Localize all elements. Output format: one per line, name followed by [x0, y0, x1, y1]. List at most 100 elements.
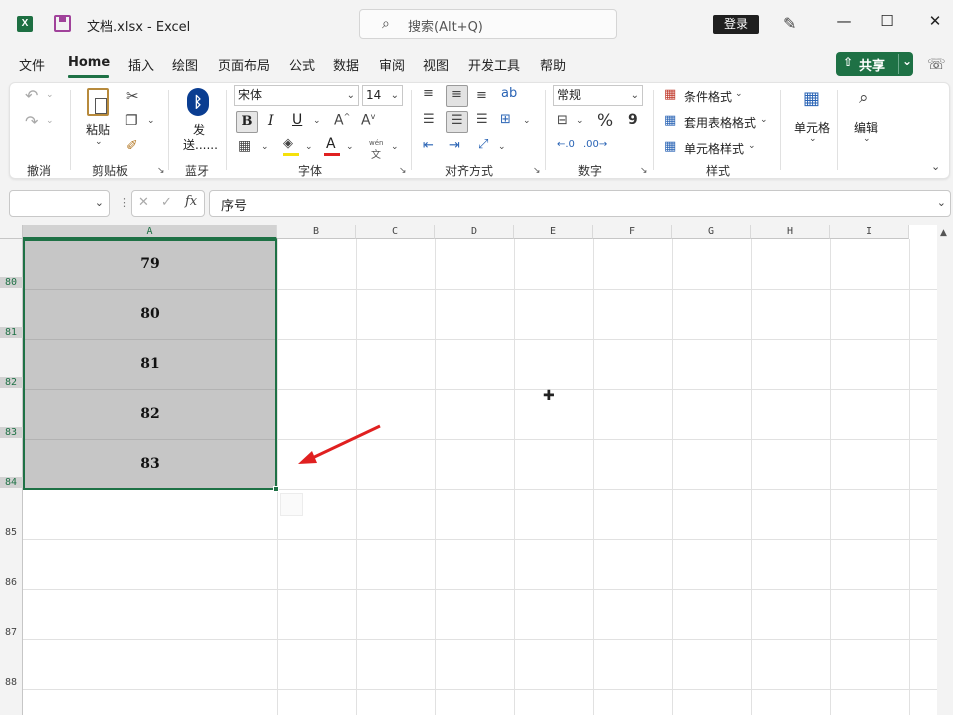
paste-dropdown-icon[interactable]: ⌄ [95, 137, 103, 147]
menu-page-layout[interactable]: 页面布局 [218, 55, 270, 74]
menu-file[interactable]: 文件 [19, 55, 45, 74]
row-header-81[interactable]: 81 [0, 327, 23, 338]
increase-decimal-icon[interactable]: ←.0 [557, 139, 575, 150]
formula-input[interactable]: 序号 ⌄ [209, 190, 951, 217]
scroll-up-icon[interactable]: ▲ [940, 228, 947, 238]
row-header-84[interactable]: 84 [0, 477, 23, 488]
orientation-dropdown-icon[interactable]: ⌄ [498, 142, 506, 152]
name-box[interactable]: ⌄ [9, 190, 110, 217]
column-header-b[interactable]: B [277, 225, 356, 239]
comma-style-button[interactable]: 9 [628, 112, 638, 128]
row-header-87[interactable]: 87 [0, 627, 23, 638]
quick-analysis-icon[interactable] [280, 493, 303, 516]
redo-icon[interactable]: ↷ [25, 112, 38, 131]
fill-color-icon[interactable]: ◈ [283, 136, 293, 151]
menu-formulas[interactable]: 公式 [289, 55, 315, 74]
share-button[interactable]: ⇧ 共享 ⌄ [836, 52, 913, 76]
accounting-dropdown-icon[interactable]: ⌄ [576, 116, 584, 126]
row-header-86[interactable]: 86 [0, 577, 23, 588]
underline-dropdown-icon[interactable]: ⌄ [313, 116, 321, 126]
menu-home[interactable]: Home [68, 55, 110, 70]
column-header-i[interactable]: I [830, 225, 909, 239]
font-name-combo[interactable]: 宋体 ⌄ [234, 85, 359, 106]
alignment-launcher-icon[interactable]: ↘ [533, 166, 541, 176]
orientation-icon[interactable]: ⤢ [478, 137, 488, 152]
fill-handle[interactable] [273, 486, 279, 492]
cells-icon[interactable]: ▦ [803, 88, 820, 109]
decrease-decimal-icon[interactable]: .00→ [583, 139, 607, 150]
font-size-combo[interactable]: 14 ⌄ [362, 85, 403, 106]
format-as-table-icon[interactable]: ▦ [664, 113, 676, 128]
minimize-button[interactable]: — [834, 12, 854, 30]
number-launcher-icon[interactable]: ↘ [640, 166, 648, 176]
increase-indent-icon[interactable]: ⇥ [449, 138, 460, 153]
redo-dropdown-icon[interactable]: ⌄ [46, 116, 54, 126]
decrease-font-icon[interactable]: Av [361, 112, 375, 129]
comments-icon[interactable]: ☏ [927, 55, 946, 73]
spreadsheet-grid[interactable]: ABCDEFGHI 80 81 82 83 84 85 86 87 88 79 80 81 82 83 … [0, 225, 937, 715]
enter-icon[interactable]: ✓ [161, 195, 172, 210]
close-button[interactable]: ✕ [925, 12, 945, 30]
column-header-d[interactable]: D [435, 225, 514, 239]
cancel-icon[interactable]: ✕ [138, 195, 149, 210]
undo-icon[interactable]: ↶ [25, 86, 38, 105]
align-middle-button[interactable]: ≡ [446, 85, 468, 107]
magic-wand-icon[interactable]: ✎ [783, 14, 796, 33]
menu-insert[interactable]: 插入 [128, 55, 154, 74]
format-painter-icon[interactable]: ✐ [126, 138, 138, 154]
font-launcher-icon[interactable]: ↘ [399, 166, 407, 176]
login-button[interactable]: 登录 [713, 15, 759, 34]
paste-icon[interactable] [87, 88, 109, 116]
copy-dropdown-icon[interactable]: ⌄ [147, 116, 155, 126]
clipboard-launcher-icon[interactable]: ↘ [157, 166, 165, 176]
send-label-2[interactable]: 送...... [183, 136, 218, 153]
font-color-dropdown-icon[interactable]: ⌄ [346, 142, 354, 152]
undo-dropdown-icon[interactable]: ⌄ [46, 90, 54, 100]
menu-data[interactable]: 数据 [333, 55, 359, 74]
wrap-text-icon[interactable]: ab [501, 86, 517, 101]
align-center-button[interactable]: ☰ [446, 111, 468, 133]
find-icon[interactable]: ⌕ [859, 88, 869, 108]
font-color-icon[interactable]: A [326, 136, 336, 152]
fill-color-dropdown-icon[interactable]: ⌄ [305, 142, 313, 152]
cells-dropdown-icon[interactable]: ⌄ [809, 134, 817, 144]
menu-developer[interactable]: 开发工具 [468, 55, 520, 74]
number-format-combo[interactable]: 常规 ⌄ [553, 85, 643, 106]
borders-icon[interactable]: ▦ [238, 138, 251, 154]
cell-a-value[interactable]: 82 [23, 406, 277, 422]
search-box[interactable]: ⌕ 搜索(Alt+Q) [359, 9, 617, 39]
bluetooth-icon[interactable]: ᛒ [187, 88, 209, 116]
expand-formula-icon[interactable]: ⌄ [937, 196, 946, 209]
vertical-scrollbar[interactable]: ▲ [937, 225, 953, 715]
menu-help[interactable]: 帮助 [540, 55, 566, 74]
conditional-format-icon[interactable]: ▦ [664, 87, 676, 102]
share-dropdown-icon[interactable]: ⌄ [898, 54, 912, 74]
decrease-indent-icon[interactable]: ⇤ [423, 138, 434, 153]
merge-dropdown-icon[interactable]: ⌄ [523, 116, 531, 126]
column-header-a[interactable]: A [23, 225, 277, 239]
column-header-f[interactable]: F [593, 225, 672, 239]
increase-font-icon[interactable]: A^ [334, 112, 350, 129]
formula-bar-grip-icon[interactable]: ⋮ [119, 196, 130, 209]
cell-a-value[interactable]: 79 [23, 256, 277, 272]
cell-styles-label[interactable]: 单元格样式 [684, 140, 744, 157]
phonetic-guide-icon[interactable]: 文 [371, 146, 381, 161]
phonetic-dropdown-icon[interactable]: ⌄ [391, 142, 399, 152]
paste-label[interactable]: 粘贴 [86, 121, 110, 138]
merge-center-icon[interactable]: ⊞ [500, 112, 511, 127]
align-right-icon[interactable]: ☰ [476, 112, 488, 127]
cell-a-value[interactable]: 81 [23, 356, 277, 372]
column-header-e[interactable]: E [514, 225, 593, 239]
menu-view[interactable]: 视图 [423, 55, 449, 74]
row-header-83[interactable]: 83 [0, 427, 23, 438]
format-as-table-label[interactable]: 套用表格格式 [684, 114, 756, 131]
column-header-g[interactable]: G [672, 225, 751, 239]
bold-button[interactable]: B [236, 111, 258, 133]
menu-draw[interactable]: 绘图 [172, 55, 198, 74]
column-header-c[interactable]: C [356, 225, 435, 239]
row-header-85[interactable]: 85 [0, 527, 23, 538]
align-bottom-icon[interactable]: ≡ [476, 88, 487, 103]
align-top-icon[interactable]: ≡ [423, 86, 434, 101]
cell-a-value[interactable]: 83 [23, 456, 277, 472]
insert-function-button[interactable]: fx [185, 194, 197, 209]
